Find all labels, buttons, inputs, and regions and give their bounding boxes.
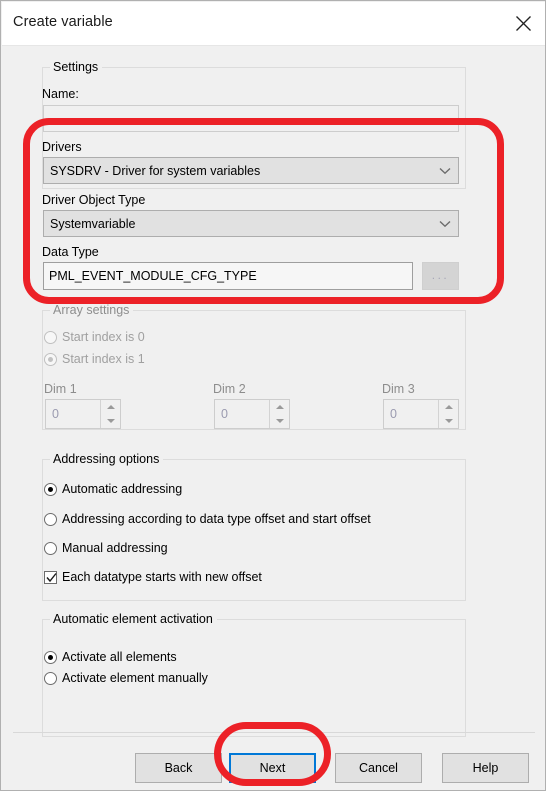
driver-object-type-value: Systemvariable — [50, 216, 136, 231]
stepper-up-icon[interactable] — [439, 400, 458, 414]
dialog-titlebar: Create variable — [2, 2, 545, 46]
radio-start-index-0[interactable]: Start index is 0 — [44, 330, 145, 344]
chevron-down-icon — [432, 220, 458, 228]
dim1-stepper[interactable]: 0 — [45, 399, 121, 429]
radio-datatype-offset-addressing-label: Addressing according to data type offset… — [62, 512, 371, 526]
element-activation-group-label: Automatic element activation — [50, 612, 217, 626]
radio-mark-icon — [44, 671, 57, 685]
settings-group-label: Settings — [50, 60, 103, 74]
next-button[interactable]: Next — [229, 753, 316, 783]
dim2-value: 0 — [221, 407, 228, 421]
dim3-label: Dim 3 — [382, 382, 415, 396]
radio-activate-element-manually[interactable]: Activate element manually — [44, 671, 208, 685]
close-icon[interactable] — [500, 2, 545, 45]
name-label: Name: — [42, 87, 79, 101]
chevron-down-icon — [432, 167, 458, 175]
driver-object-type-combobox[interactable]: Systemvariable — [43, 210, 459, 237]
radio-mark-icon — [44, 482, 57, 496]
dim1-value: 0 — [52, 407, 59, 421]
dialog-title: Create variable — [13, 14, 113, 30]
radio-start-index-0-label: Start index is 0 — [62, 330, 145, 344]
radio-datatype-offset-addressing[interactable]: Addressing according to data type offset… — [44, 512, 371, 526]
radio-mark-icon — [44, 541, 57, 555]
back-button[interactable]: Back — [135, 753, 222, 783]
radio-activate-all-elements-label: Activate all elements — [62, 650, 177, 664]
checkbox-new-offset-label: Each datatype starts with new offset — [62, 570, 262, 584]
radio-automatic-addressing-label: Automatic addressing — [62, 482, 183, 496]
stepper-down-icon[interactable] — [439, 414, 458, 428]
radio-mark-icon — [44, 352, 57, 366]
dim2-stepper-buttons[interactable] — [269, 400, 289, 428]
dim1-label: Dim 1 — [44, 382, 77, 396]
dialog-body: Settings Name: Drivers SYSDRV - Driver f… — [2, 46, 545, 790]
dim3-value: 0 — [390, 407, 397, 421]
radio-mark-icon — [44, 330, 57, 344]
data-type-input[interactable] — [43, 262, 413, 290]
radio-activate-all-elements[interactable]: Activate all elements — [44, 650, 177, 664]
dim3-stepper-buttons[interactable] — [438, 400, 458, 428]
dim1-stepper-buttons[interactable] — [100, 400, 120, 428]
dim3-stepper[interactable]: 0 — [383, 399, 459, 429]
drivers-combobox[interactable]: SYSDRV - Driver for system variables — [43, 157, 459, 184]
radio-manual-addressing-label: Manual addressing — [62, 541, 168, 555]
driver-object-type-label: Driver Object Type — [42, 193, 146, 207]
array-settings-group-label: Array settings — [50, 303, 134, 317]
cancel-button[interactable]: Cancel — [335, 753, 422, 783]
radio-mark-icon — [44, 650, 57, 664]
stepper-down-icon[interactable] — [270, 414, 289, 428]
stepper-down-icon[interactable] — [101, 414, 120, 428]
data-type-label: Data Type — [42, 245, 99, 259]
radio-start-index-1[interactable]: Start index is 1 — [44, 352, 145, 366]
name-input[interactable] — [43, 105, 459, 132]
drivers-label: Drivers — [42, 140, 82, 154]
radio-automatic-addressing[interactable]: Automatic addressing — [44, 482, 182, 496]
footer-separator — [13, 732, 535, 733]
data-type-browse-button[interactable]: ... — [422, 262, 459, 290]
checkmark-icon — [44, 570, 57, 584]
drivers-combobox-value: SYSDRV - Driver for system variables — [50, 163, 261, 178]
radio-mark-icon — [44, 512, 57, 526]
create-variable-dialog: Create variable Settings Name: Drivers S… — [0, 0, 546, 791]
addressing-options-group-label: Addressing options — [50, 452, 164, 466]
help-button[interactable]: Help — [442, 753, 529, 783]
stepper-up-icon[interactable] — [270, 400, 289, 414]
stepper-up-icon[interactable] — [101, 400, 120, 414]
checkbox-new-offset[interactable]: Each datatype starts with new offset — [44, 570, 262, 584]
radio-activate-element-manually-label: Activate element manually — [62, 671, 208, 685]
radio-manual-addressing[interactable]: Manual addressing — [44, 541, 168, 555]
dim2-stepper[interactable]: 0 — [214, 399, 290, 429]
dim2-label: Dim 2 — [213, 382, 246, 396]
radio-start-index-1-label: Start index is 1 — [62, 352, 145, 366]
